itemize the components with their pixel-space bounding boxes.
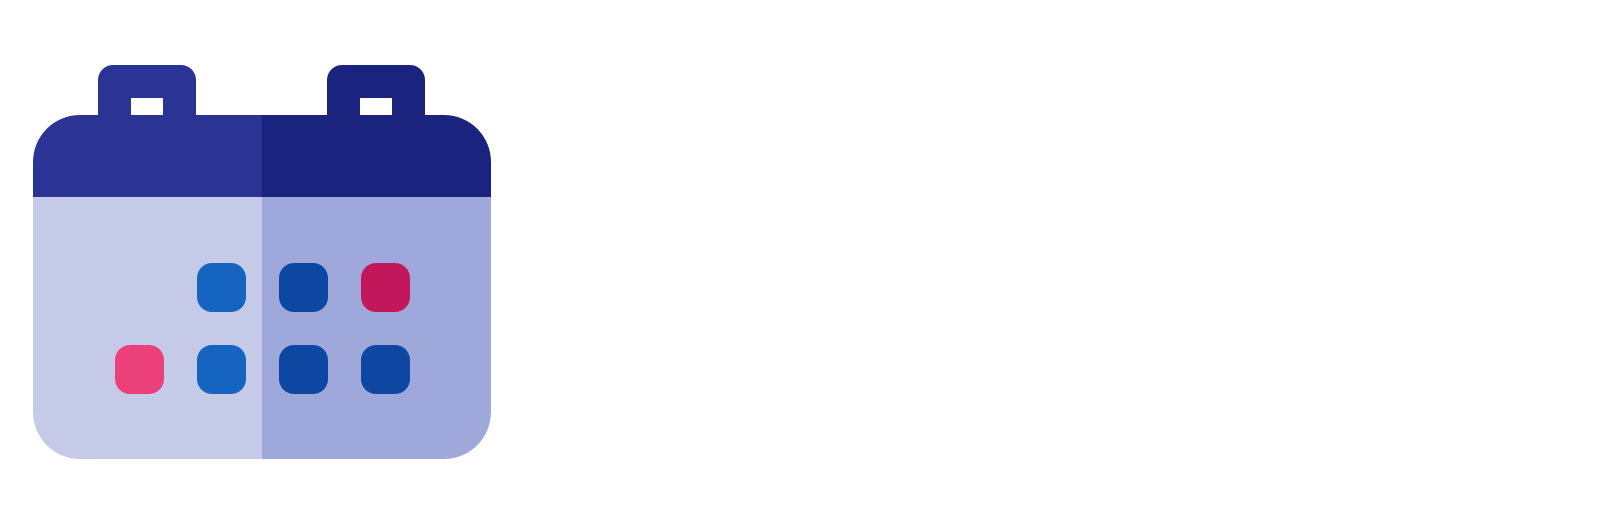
canvas: [0, 0, 1609, 523]
date-cell: [197, 345, 246, 394]
date-cell: [115, 345, 164, 394]
ring-window-left: [131, 98, 163, 115]
date-cell: [279, 263, 328, 312]
date-cell: [361, 263, 410, 312]
calendar-body-left: [33, 191, 262, 459]
date-cell: [197, 263, 246, 312]
calendar-body-right: [262, 191, 491, 459]
date-cell: [361, 345, 410, 394]
date-cell: [279, 345, 328, 394]
ring-window-right: [360, 98, 392, 115]
calendar-icon-wrapper: [0, 0, 520, 523]
calendar-header-right: [262, 115, 491, 197]
calendar-ring-left: [98, 65, 196, 115]
calendar-icon: [33, 65, 491, 459]
calendar-header-left: [33, 115, 262, 197]
calendar-ring-right: [327, 65, 425, 115]
